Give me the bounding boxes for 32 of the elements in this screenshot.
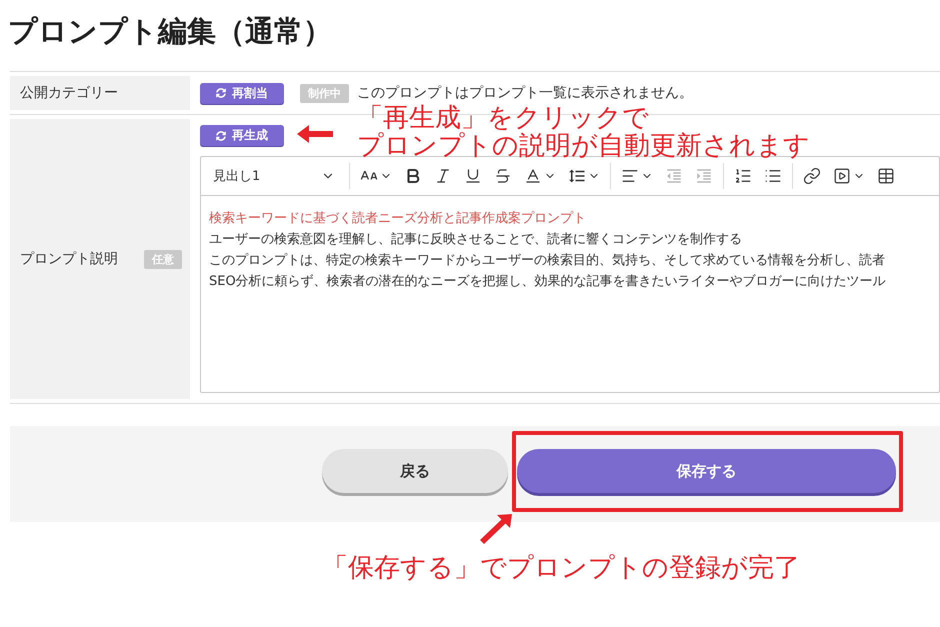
arrow-icon — [297, 125, 333, 143]
outdent-icon — [665, 167, 683, 185]
underline-icon — [464, 167, 482, 185]
page-title: プロンプト編集（通常） — [8, 14, 332, 49]
numbered-list-icon — [734, 167, 752, 185]
table-icon — [877, 167, 895, 185]
video-icon — [833, 167, 851, 185]
refresh-icon — [216, 88, 226, 98]
indent-icon — [695, 167, 713, 185]
field-label: 公開カテゴリー — [20, 84, 118, 102]
heading-select[interactable]: 見出し1 — [201, 161, 345, 191]
italic-icon — [434, 167, 452, 185]
annotation-text: 「保存する」でプロンプトの登録が完了 — [322, 554, 800, 582]
arrow-icon — [480, 514, 512, 544]
reassign-button[interactable]: 再割当 — [200, 82, 284, 104]
font-color-icon — [524, 167, 542, 185]
paragraph-text: このプロンプトは、特定の検索キーワードからユーザーの検索目的、気持ち、そして求めている情報を分析し、読者 — [209, 252, 885, 270]
link-icon — [803, 167, 821, 185]
strikethrough-icon — [494, 167, 512, 185]
field-label: プロンプト説明 — [20, 250, 118, 268]
line-spacing-icon — [568, 167, 586, 185]
refresh-icon — [216, 130, 226, 140]
heading-text: 検索キーワードに基づく読者ニーズ分析と記事作成案プロンプト — [209, 210, 586, 228]
paragraph-text: ユーザーの検索意図を理解し、記事に反映させることで、読者に響くコンテンツを制作する — [209, 231, 742, 249]
align-left-icon — [621, 167, 639, 185]
regenerate-button[interactable]: 再生成 — [200, 125, 284, 146]
category-note: このプロンプトはプロンプト一覧に表示されません。 — [357, 84, 693, 102]
back-button[interactable]: 戻る — [322, 449, 508, 493]
annotation-text: 「再生成」をクリックで — [357, 104, 649, 132]
bullet-list-icon — [764, 167, 782, 185]
paragraph-text: SEO分析に頼らず、検索者の潜在的なニーズを把握し、効果的な記事を書きたいライターやブロガーに向けたツール — [209, 273, 886, 291]
save-button[interactable]: 保存する — [517, 449, 896, 493]
